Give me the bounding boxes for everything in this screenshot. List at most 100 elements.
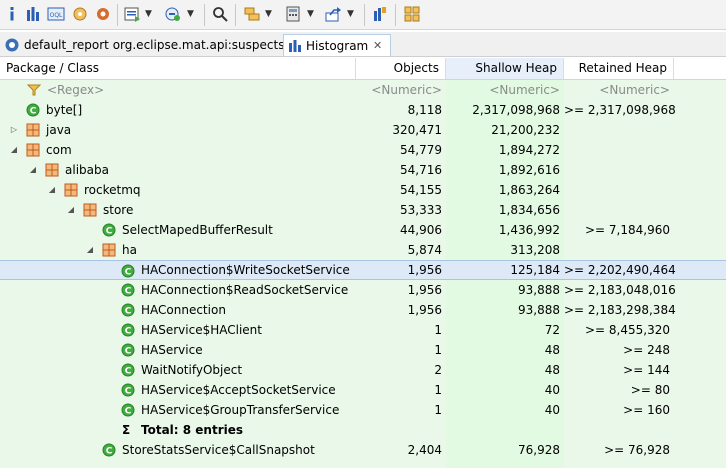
table-row[interactable]: ▷ java 320,471 21,200,232: [0, 120, 726, 140]
tab-default-report[interactable]: default_report org.eclipse.mat.api:suspe…: [2, 34, 284, 56]
class-icon: C: [121, 323, 135, 337]
table-row[interactable]: C HAConnection$WriteSocketService 1,956 125…: [0, 260, 726, 280]
filter-row: <Regex> <Numeric> <Numeric> <Numeric>: [0, 80, 726, 100]
column-header-retained-heap[interactable]: Retained Heap: [564, 58, 674, 79]
query-browser-icon[interactable]: [123, 5, 141, 23]
objects-cell: 1,956: [407, 303, 442, 317]
table-row[interactable]: ◢ ha 5,874 313,208: [0, 240, 726, 260]
table-row[interactable]: C HAService$AcceptSocketService 1 40 >= 80: [0, 380, 726, 400]
retained-heap-cell: >= 144: [623, 363, 670, 377]
settings-icon[interactable]: [94, 5, 112, 23]
column-header-package-class[interactable]: Package / Class: [0, 58, 356, 79]
expand-arrow-icon[interactable]: ◢: [9, 140, 19, 160]
query-browser-dropdown-icon[interactable]: ▼: [145, 7, 152, 21]
objects-cell: 53,333: [400, 203, 442, 217]
shallow-heap-cell: [446, 420, 560, 440]
shallow-heap-cell: 313,208: [510, 243, 560, 257]
table-row[interactable]: C StoreStatsService$CallSnapshot 2,404 76,9…: [0, 440, 726, 460]
shallow-heap-cell: 72: [544, 323, 560, 337]
export-icon[interactable]: [324, 5, 342, 23]
objects-filter-input[interactable]: <Numeric>: [356, 80, 442, 100]
svg-text:C: C: [125, 327, 132, 337]
table-row[interactable]: ◢ rocketmq 54,155 1,863,264: [0, 180, 726, 200]
class-icon: C: [121, 403, 135, 417]
histogram-icon: [287, 38, 303, 54]
table-row[interactable]: C HAService 1 48 >= 248: [0, 340, 726, 360]
toolbar-separator: [395, 4, 396, 26]
table-row[interactable]: Cbyte[] 8,118 2,317,098,968 >= 2,317,098,96…: [0, 100, 726, 120]
tab-histogram[interactable]: Histogram ✕: [283, 34, 391, 56]
svg-text:C: C: [30, 107, 37, 117]
table-row[interactable]: C HAService$GroupTransferService 1 40 >= 160: [0, 400, 726, 420]
group-by-icon[interactable]: [243, 5, 261, 23]
expand-arrow-icon[interactable]: ◢: [28, 160, 38, 180]
total-row[interactable]: Σ Total: 8 entries: [0, 420, 726, 440]
row-name: HAService$AcceptSocketService: [141, 383, 336, 397]
report-icon: [4, 37, 20, 53]
shallow-heap-cell: 48: [544, 363, 560, 377]
expand-arrow-icon[interactable]: ◢: [66, 200, 76, 220]
retained-heap-cell: [564, 140, 670, 160]
close-icon[interactable]: ✕: [373, 35, 382, 57]
column-header-shallow-heap[interactable]: Shallow Heap: [446, 58, 564, 79]
objects-cell: 1,956: [407, 263, 442, 277]
table-row[interactable]: C SelectMapedBufferResult 44,906 1,436,992 >…: [0, 220, 726, 240]
table-row[interactable]: ◢ com 54,779 1,894,272: [0, 140, 726, 160]
package-icon[interactable]: [403, 5, 421, 23]
row-name: WaitNotifyObject: [141, 363, 243, 377]
table-row[interactable]: C HAConnection 1,956 93,888 >= 2,183,298,384: [0, 300, 726, 320]
calculate-retained-dropdown-icon[interactable]: ▼: [307, 7, 314, 21]
expand-arrow-icon[interactable]: ◢: [47, 180, 57, 200]
calculate-retained-icon[interactable]: [284, 5, 302, 23]
row-name: HAConnection$WriteSocketService: [141, 263, 350, 277]
row-name: HAConnection: [141, 303, 226, 317]
class-icon: C: [26, 103, 40, 117]
row-name: HAService: [141, 343, 203, 357]
shallow-heap-cell: 1,894,272: [498, 143, 560, 157]
collapse-arrow-icon[interactable]: ▷: [9, 120, 19, 140]
find-object-dropdown-icon[interactable]: ▼: [187, 7, 194, 21]
retained-heap-cell: >= 2,317,098,968: [564, 103, 676, 117]
objects-cell: 8,118: [407, 103, 442, 117]
retained-filter-input[interactable]: <Numeric>: [564, 80, 670, 100]
toolbar-separator: [364, 4, 365, 26]
objects-cell: 1: [434, 383, 442, 397]
info-icon[interactable]: [3, 5, 21, 23]
svg-text:C: C: [125, 367, 132, 377]
toolbar-separator: [117, 4, 118, 26]
package-icon: [45, 163, 59, 177]
objects-cell: 44,906: [400, 223, 442, 237]
class-icon: C: [121, 264, 135, 278]
table-row[interactable]: C HAService$HAClient 1 72 >= 8,455,320: [0, 320, 726, 340]
class-icon: C: [121, 343, 135, 357]
expand-arrow-icon[interactable]: ◢: [85, 240, 95, 260]
column-header-objects[interactable]: Objects: [356, 58, 446, 79]
shallow-heap-cell: 1,892,616: [498, 163, 560, 177]
group-by-dropdown-icon[interactable]: ▼: [265, 7, 272, 21]
class-icon: C: [102, 223, 116, 237]
shallow-heap-cell: 93,888: [518, 303, 560, 317]
table-row[interactable]: ◢ alibaba 54,716 1,892,616: [0, 160, 726, 180]
oql-icon[interactable]: OQL: [47, 5, 65, 23]
toolbar-separator: [235, 4, 236, 26]
table-row[interactable]: ◢ store 53,333 1,834,656: [0, 200, 726, 220]
search-icon[interactable]: [211, 5, 229, 23]
retained-heap-cell: >= 7,184,960: [585, 223, 670, 237]
filter-icon: [27, 83, 41, 97]
pin-icon[interactable]: [371, 5, 389, 23]
class-icon: C: [102, 443, 116, 457]
shallow-filter-input[interactable]: <Numeric>: [446, 80, 560, 100]
heap-dump-overview-icon[interactable]: [71, 5, 89, 23]
objects-cell: 54,716: [400, 163, 442, 177]
find-object-icon[interactable]: [164, 5, 182, 23]
svg-text:C: C: [106, 447, 113, 457]
table-row[interactable]: C WaitNotifyObject 2 48 >= 144: [0, 360, 726, 380]
objects-cell: 320,471: [392, 123, 442, 137]
histogram-icon[interactable]: [25, 5, 43, 23]
package-icon: [102, 243, 116, 257]
table-row[interactable]: C HAConnection$ReadSocketService 1,956 93,8…: [0, 280, 726, 300]
regex-filter-input[interactable]: <Regex>: [47, 80, 104, 100]
export-dropdown-icon[interactable]: ▼: [347, 7, 354, 21]
retained-heap-cell: [564, 180, 670, 200]
package-icon: [26, 123, 40, 137]
